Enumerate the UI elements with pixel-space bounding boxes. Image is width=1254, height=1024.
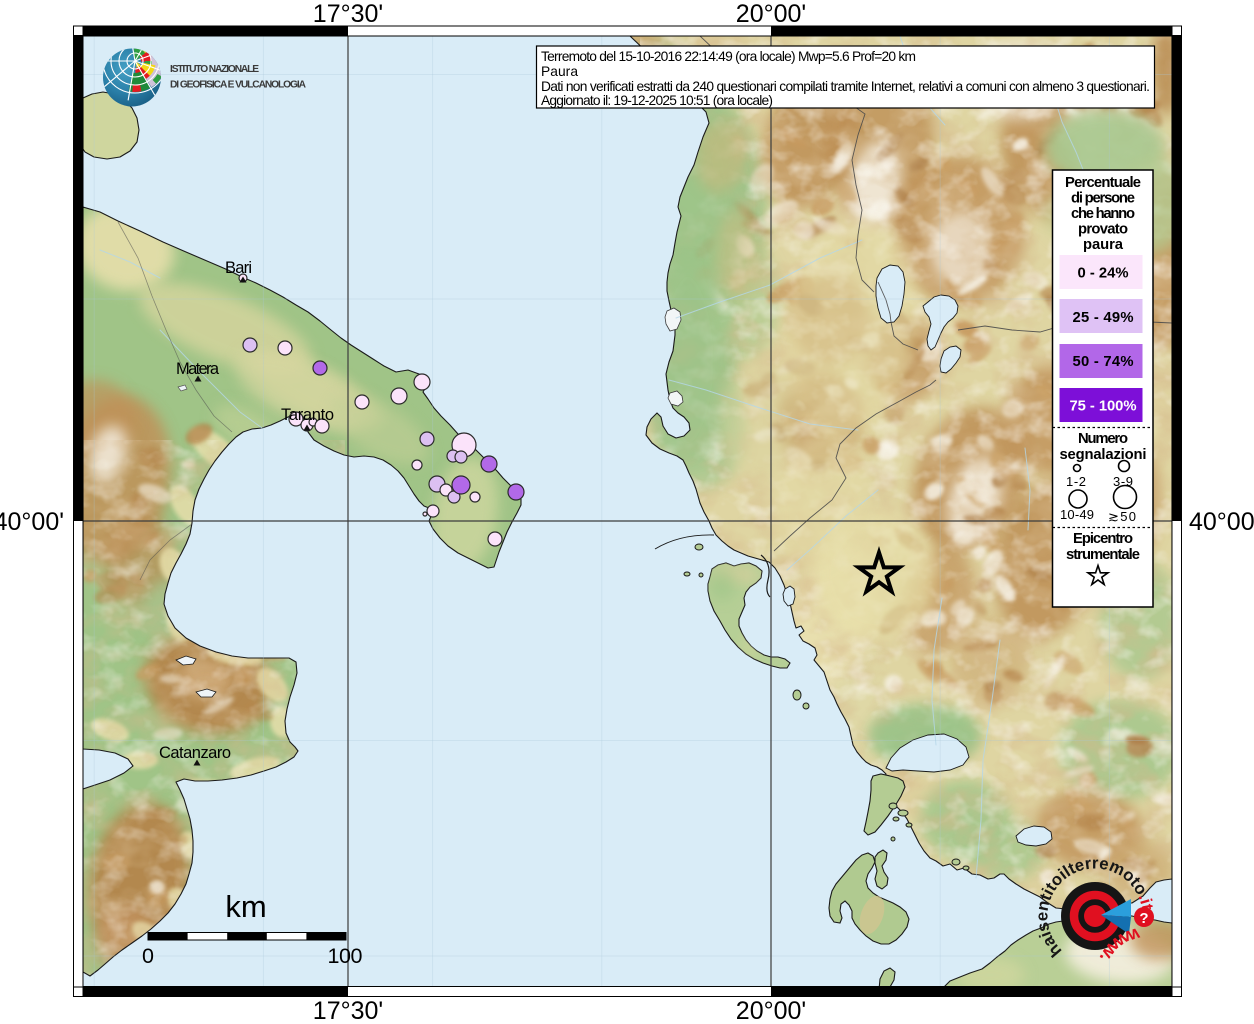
svg-text:Aggiornato il: 19-12-2025 10:5: Aggiornato il: 19-12-2025 10:51 (ora loc… — [541, 93, 773, 108]
svg-text:≳50: ≳50 — [1108, 509, 1136, 524]
svg-text:100: 100 — [328, 944, 363, 968]
svg-text:10-49: 10-49 — [1060, 507, 1094, 522]
svg-text:0 - 24%: 0 - 24% — [1078, 266, 1129, 282]
svg-text:che hanno: che hanno — [1071, 206, 1135, 222]
svg-text:Dati non verificati estratti d: Dati non verificati estratti da 240 ques… — [541, 79, 1150, 94]
svg-text:0: 0 — [142, 944, 154, 968]
svg-text:Catanzaro: Catanzaro — [159, 744, 231, 762]
svg-text:Taranto: Taranto — [281, 406, 334, 424]
svg-text:Terremoto del 15-10-2016 22:14: Terremoto del 15-10-2016 22:14:49 (ora l… — [541, 49, 916, 64]
svg-text:Bari: Bari — [225, 259, 252, 277]
svg-text:Numero: Numero — [1078, 431, 1128, 447]
svg-text:Epicentro: Epicentro — [1073, 531, 1133, 547]
svg-text:Percentuale: Percentuale — [1065, 175, 1141, 191]
svg-text:paura: paura — [1083, 237, 1124, 253]
svg-text:strumentale: strumentale — [1066, 547, 1140, 563]
svg-text:25 - 49%: 25 - 49% — [1073, 310, 1134, 326]
svg-text:km: km — [225, 889, 266, 924]
svg-text:segnalazioni: segnalazioni — [1060, 447, 1147, 463]
svg-text:ISTITUTO NAZIONALE: ISTITUTO NAZIONALE — [170, 64, 259, 75]
svg-text:Matera: Matera — [176, 360, 220, 378]
svg-text:40°00': 40°00' — [1189, 508, 1254, 536]
svg-text:20°00': 20°00' — [736, 997, 806, 1024]
svg-text:17°30': 17°30' — [313, 0, 383, 28]
svg-text:17°30': 17°30' — [313, 997, 383, 1024]
svg-text:provato: provato — [1078, 222, 1128, 238]
svg-text:?: ? — [1139, 910, 1148, 927]
svg-text:20°00': 20°00' — [736, 0, 806, 28]
svg-text:Paura: Paura — [541, 64, 578, 79]
svg-text:50 - 74%: 50 - 74% — [1073, 354, 1134, 370]
svg-text:75 - 100%: 75 - 100% — [1070, 398, 1137, 414]
svg-text:di persone: di persone — [1071, 191, 1135, 207]
svg-text:1-2: 1-2 — [1066, 474, 1086, 489]
svg-text:DI GEOFISICA E VULCANOLOGIA: DI GEOFISICA E VULCANOLOGIA — [170, 80, 307, 91]
svg-text:40°00': 40°00' — [0, 508, 64, 536]
